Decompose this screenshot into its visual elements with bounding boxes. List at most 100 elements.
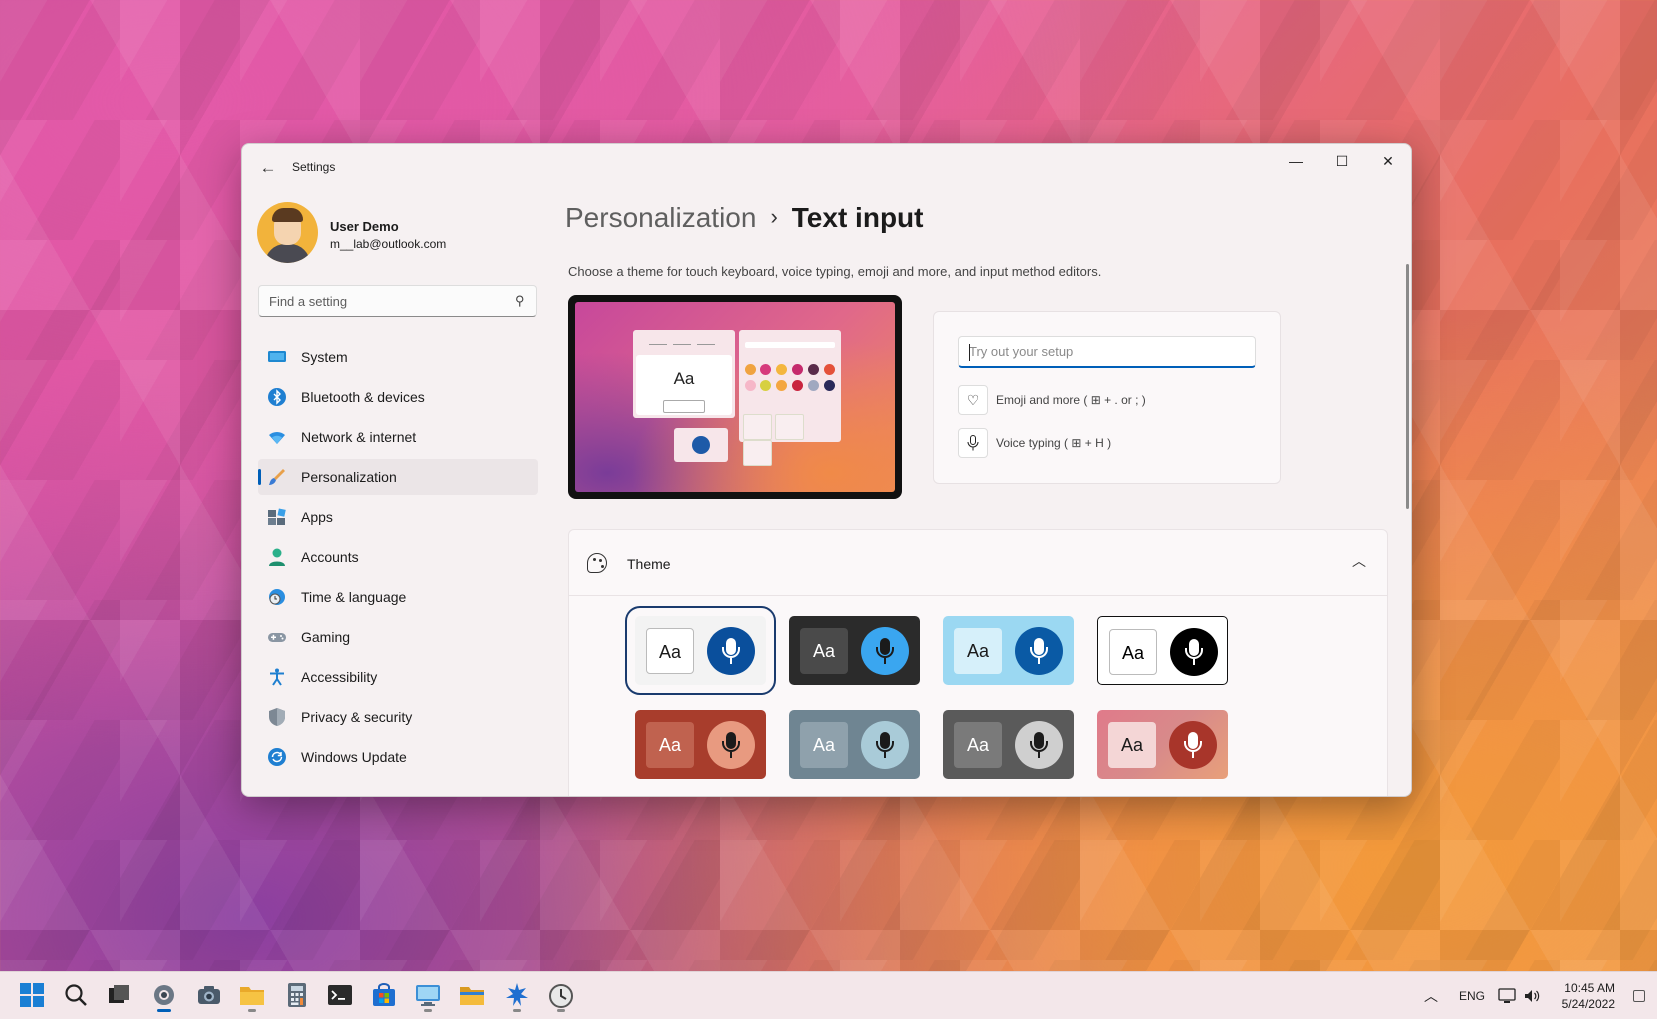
microphone-icon: [707, 721, 755, 769]
minimize-button[interactable]: —: [1273, 144, 1319, 178]
sidebar-item-label: Time & language: [301, 589, 407, 605]
app-icon[interactable]: [504, 982, 530, 1012]
sidebar-item-bluetooth[interactable]: Bluetooth & devices: [258, 379, 538, 415]
settings-icon[interactable]: [151, 982, 177, 1012]
preview-field: [663, 400, 705, 413]
microphone-icon: [1015, 721, 1063, 769]
clock-time: 10:45 AM: [1564, 981, 1615, 995]
sidebar-item-time-language[interactable]: Time & language: [258, 579, 538, 615]
sidebar-item-system[interactable]: System: [258, 339, 538, 375]
sidebar-item-label: Accessibility: [301, 669, 378, 685]
clock[interactable]: 10:45 AM 5/24/2022: [1562, 980, 1615, 1012]
sidebar-item-label: Privacy & security: [301, 709, 413, 725]
language-indicator[interactable]: ENG: [1459, 989, 1485, 1019]
breadcrumb-parent[interactable]: Personalization: [565, 202, 756, 233]
swatch-sample-text: Aa: [646, 722, 694, 768]
terminal-icon[interactable]: [327, 982, 353, 1008]
monitor-icon: [268, 351, 286, 362]
clock-app-icon[interactable]: [548, 982, 574, 1012]
preview-emoji-panel: [739, 330, 841, 466]
sidebar-nav: System Bluetooth & devices Network & int…: [258, 339, 538, 779]
task-view-icon[interactable]: [106, 982, 132, 1008]
preview-mic-card: [674, 428, 728, 462]
maximize-button[interactable]: ☐: [1319, 144, 1365, 178]
sidebar-item-apps[interactable]: Apps: [258, 499, 538, 535]
store-icon[interactable]: [371, 982, 397, 1008]
title-bar: ← Settings — ☐ ✕: [242, 144, 1411, 192]
sidebar-item-windows-update[interactable]: Windows Update: [258, 739, 538, 775]
microphone-icon: [861, 627, 909, 675]
back-button[interactable]: ←: [256, 156, 280, 180]
keyboard-theme-preview: Aa: [568, 295, 902, 499]
page-description: Choose a theme for touch keyboard, voice…: [568, 264, 1102, 279]
theme-swatch-slate[interactable]: Aa: [789, 710, 920, 779]
calculator-icon[interactable]: [284, 982, 310, 1008]
sidebar-item-privacy[interactable]: Privacy & security: [258, 699, 538, 735]
theme-swatch-high-contrast[interactable]: Aa: [1097, 616, 1228, 685]
theme-swatch-light-blue[interactable]: Aa: [943, 616, 1074, 685]
chevron-up-icon[interactable]: ︿: [1349, 551, 1369, 571]
emoji-icon: ♡: [958, 385, 988, 415]
search-icon[interactable]: ⚲: [515, 293, 525, 309]
gamepad-icon: [268, 633, 286, 642]
microphone-icon: [692, 436, 710, 454]
preview-input-card: Aa: [633, 330, 735, 418]
swatch-sample-text: Aa: [1108, 722, 1156, 768]
sidebar-item-accessibility[interactable]: Accessibility: [258, 659, 538, 695]
remote-desktop-icon[interactable]: [415, 982, 441, 1012]
sidebar-item-label: System: [301, 349, 348, 365]
taskbar: ︿ ENG 10:45 AM 5/24/2022: [0, 971, 1657, 1019]
folder-icon[interactable]: [459, 982, 485, 1008]
swatch-sample-text: Aa: [954, 722, 1002, 768]
breadcrumb-separator: ›: [770, 204, 778, 229]
update-icon: [268, 748, 286, 766]
sidebar-item-personalization[interactable]: Personalization: [258, 459, 538, 495]
network-icon[interactable]: [1498, 987, 1516, 1005]
close-button[interactable]: ✕: [1365, 144, 1411, 178]
palette-icon: [587, 553, 607, 573]
wifi-icon: [269, 431, 285, 444]
start-icon[interactable]: [19, 982, 45, 1008]
notification-icon[interactable]: [1633, 990, 1645, 1002]
sidebar-item-label: Gaming: [301, 629, 351, 645]
tryout-input[interactable]: [959, 337, 1255, 366]
brush-icon: [269, 469, 285, 485]
theme-swatch-light[interactable]: Aa: [625, 606, 776, 695]
globe-clock-icon: [269, 589, 285, 605]
theme-section: Theme ︿ Aa Aa Aa Aa Aa Aa Aa Aa: [568, 529, 1388, 796]
theme-swatch-dark[interactable]: Aa: [789, 616, 920, 685]
sidebar-item-label: Bluetooth & devices: [301, 389, 425, 405]
sidebar-item-network[interactable]: Network & internet: [258, 419, 538, 455]
clock-date: 5/24/2022: [1561, 997, 1615, 1011]
account-icon: [269, 548, 285, 566]
sidebar-item-label: Network & internet: [301, 429, 417, 445]
search-input[interactable]: [259, 286, 499, 316]
volume-icon[interactable]: [1523, 987, 1541, 1005]
camera-icon[interactable]: [196, 982, 222, 1008]
page-title: Text input: [791, 202, 924, 233]
file-explorer-icon[interactable]: [239, 982, 265, 1012]
swatch-sample-text: Aa: [954, 628, 1002, 674]
theme-expander-header[interactable]: Theme ︿: [569, 530, 1387, 596]
scrollbar[interactable]: [1406, 264, 1409, 509]
avatar: [257, 202, 318, 263]
theme-swatch-gray[interactable]: Aa: [943, 710, 1074, 779]
accessibility-icon: [270, 668, 284, 686]
sidebar-item-gaming[interactable]: Gaming: [258, 619, 538, 655]
search-icon[interactable]: [63, 982, 89, 1008]
sidebar-item-accounts[interactable]: Accounts: [258, 539, 538, 575]
swatch-sample-text: Aa: [800, 722, 848, 768]
sidebar-item-label: Personalization: [301, 469, 397, 485]
bluetooth-icon: [268, 388, 286, 406]
sidebar-item-label: Accounts: [301, 549, 359, 565]
app-title: Settings: [292, 160, 336, 174]
sidebar-item-label: Windows Update: [301, 749, 407, 765]
theme-swatch-wallpaper[interactable]: Aa: [1097, 710, 1228, 779]
apps-icon: [268, 508, 286, 525]
microphone-icon: [958, 428, 988, 458]
theme-swatch-rust[interactable]: Aa: [635, 710, 766, 779]
chevron-up-icon[interactable]: ︿: [1424, 986, 1438, 1019]
microphone-icon: [1015, 627, 1063, 675]
tryout-panel: ♡ Emoji and more ( ⊞ + . or ; ) Voice ty…: [933, 311, 1281, 484]
sidebar-item-label: Apps: [301, 509, 333, 525]
